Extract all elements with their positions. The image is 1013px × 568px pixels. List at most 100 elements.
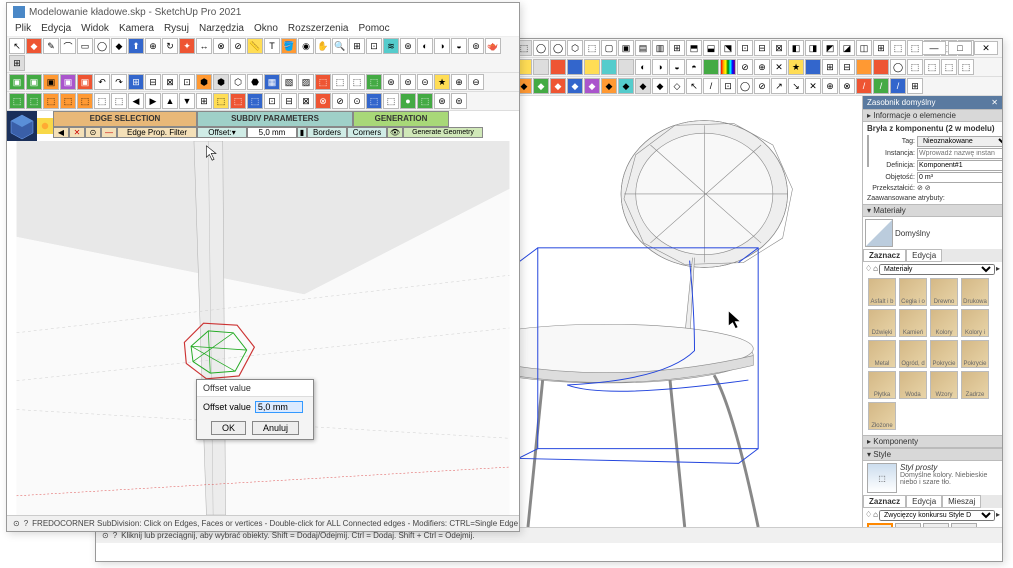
pencil-icon[interactable]: ✎ <box>43 38 59 54</box>
tool-icon[interactable]: ⊟ <box>281 93 297 109</box>
tool-icon[interactable]: ▤ <box>635 40 651 56</box>
menu-item[interactable]: Narzędzia <box>199 23 244 34</box>
tab-select[interactable]: Zaznacz <box>863 249 906 262</box>
tool-icon[interactable]: ⊛ <box>400 38 416 54</box>
tool-icon[interactable]: ⬚ <box>315 74 331 90</box>
tool-icon[interactable]: ⬚ <box>26 93 42 109</box>
tool-icon[interactable]: ↘ <box>788 78 804 94</box>
tool-icon[interactable]: ◪ <box>839 40 855 56</box>
menu-item[interactable]: Rysuj <box>164 23 189 34</box>
tool-icon[interactable]: ⬢ <box>213 74 229 90</box>
corners-btn[interactable]: Corners <box>347 127 387 138</box>
definition-input[interactable] <box>917 160 1002 171</box>
tool-icon[interactable]: ✋ <box>315 38 331 54</box>
tool-icon[interactable]: ⊚ <box>468 38 484 54</box>
tool-icon[interactable]: ▢ <box>601 40 617 56</box>
swatch[interactable]: Woda <box>899 371 927 399</box>
menu-item[interactable]: Pomoc <box>359 23 390 34</box>
tool-icon[interactable]: ● <box>400 93 416 109</box>
menu-item[interactable]: Kamera <box>119 23 154 34</box>
current-material-swatch[interactable] <box>865 219 893 247</box>
back-icon[interactable]: ◀ <box>53 127 69 138</box>
tool-icon[interactable]: ⬚ <box>111 93 127 109</box>
toggle-icon[interactable]: ⊘ ⊘ <box>917 184 931 192</box>
tool-icon[interactable]: ◑ <box>434 38 450 54</box>
tool-icon[interactable]: ▣ <box>618 40 634 56</box>
titlebar-1[interactable]: Modelowanie kładowe.skp - SketchUp Pro 2… <box>7 3 519 21</box>
tool-icon[interactable]: ↷ <box>111 74 127 90</box>
tool-icon[interactable]: ⬚ <box>247 93 263 109</box>
tool-icon[interactable]: ◧ <box>788 40 804 56</box>
swatch[interactable]: Asfalt i b <box>868 278 896 306</box>
tool-icon[interactable]: ⊟ <box>839 59 855 75</box>
tool-icon[interactable]: ⊡ <box>264 93 280 109</box>
tool-icon[interactable]: ▣ <box>77 74 93 90</box>
tool-icon[interactable] <box>584 59 600 75</box>
tool-icon[interactable] <box>856 59 872 75</box>
tool-icon[interactable]: ⬒ <box>686 40 702 56</box>
tool-icon[interactable]: ✕ <box>771 59 787 75</box>
tool-icon[interactable]: ↻ <box>162 38 178 54</box>
tool-icon[interactable]: ⊠ <box>771 40 787 56</box>
tool-icon[interactable]: ⊛ <box>383 74 399 90</box>
tool-icon[interactable]: ⊖ <box>468 74 484 90</box>
tool-icon[interactable]: ◫ <box>856 40 872 56</box>
tool-icon[interactable]: ⊛ <box>434 93 450 109</box>
tool-icon[interactable]: ⊗ <box>839 78 855 94</box>
tool-icon[interactable]: ⊜ <box>400 74 416 90</box>
tool-icon[interactable]: ▲ <box>162 93 178 109</box>
tray-title[interactable]: Zasobnik domyślny✕ <box>863 96 1002 109</box>
tab-select2[interactable]: Zaznacz <box>863 495 906 508</box>
tool-icon[interactable]: ⊘ <box>332 93 348 109</box>
close-button[interactable]: ✕ <box>974 41 998 55</box>
plugin-cube-icon[interactable] <box>7 111 37 141</box>
cancel-icon[interactable]: ✕ <box>69 127 85 138</box>
tool-icon[interactable]: ⬚ <box>43 93 59 109</box>
tool-icon[interactable]: ◆ <box>26 38 42 54</box>
tool-icon[interactable]: ★ <box>788 59 804 75</box>
tool-icon[interactable]: ↶ <box>94 74 110 90</box>
tool-icon[interactable]: ⬣ <box>247 74 263 90</box>
tool-icon[interactable]: ⊟ <box>145 74 161 90</box>
generate-btn[interactable]: Generate Geometry <box>403 127 483 138</box>
tool-icon[interactable]: ⬚ <box>213 93 229 109</box>
tool-icon[interactable]: / <box>856 78 872 94</box>
tool-icon[interactable]: ◓ <box>686 59 702 75</box>
tool-icon[interactable]: ⬚ <box>417 93 433 109</box>
tool-icon[interactable]: ◆ <box>618 78 634 94</box>
tool-icon[interactable]: ★ <box>434 74 450 90</box>
tool-icon[interactable]: ⬚ <box>907 59 923 75</box>
tool-icon[interactable]: ⬚ <box>230 93 246 109</box>
minimize-button[interactable]: — <box>922 41 946 55</box>
maximize-button[interactable]: □ <box>948 41 972 55</box>
tool-icon[interactable]: ⊘ <box>754 78 770 94</box>
tool-icon[interactable]: ⊞ <box>349 38 365 54</box>
tool-icon[interactable]: ✦ <box>179 38 195 54</box>
tool-icon[interactable]: ⬚ <box>9 93 25 109</box>
tool-icon[interactable]: ◒ <box>451 38 467 54</box>
offset-input[interactable] <box>255 401 303 413</box>
tool-icon[interactable]: / <box>873 78 889 94</box>
tool-icon[interactable]: ⬔ <box>720 40 736 56</box>
tool-icon[interactable]: ◒ <box>669 59 685 75</box>
tool-icon[interactable]: ◯ <box>737 78 753 94</box>
tool-icon[interactable]: ⊡ <box>179 74 195 90</box>
tool-icon[interactable]: ◆ <box>652 78 668 94</box>
tool-icon[interactable]: ⬚ <box>366 93 382 109</box>
swatch[interactable]: Złożone <box>868 402 896 430</box>
target-icon[interactable]: ⊙ <box>85 127 101 138</box>
tool-icon[interactable]: ◑ <box>652 59 668 75</box>
tool-icon[interactable]: ▭ <box>77 38 93 54</box>
tool-icon[interactable] <box>873 59 889 75</box>
tool-icon[interactable]: ⊕ <box>754 59 770 75</box>
swatch[interactable]: Cegła i o <box>899 278 927 306</box>
tool-icon[interactable]: ⊡ <box>720 78 736 94</box>
swatch[interactable]: Metal <box>868 340 896 368</box>
tool-icon[interactable]: ⬚ <box>366 74 382 90</box>
tool-icon[interactable]: ⊞ <box>907 78 923 94</box>
tool-icon[interactable]: ⌒ <box>60 38 76 54</box>
tool-icon[interactable]: ⬚ <box>332 74 348 90</box>
tool-icon[interactable]: ▧ <box>281 74 297 90</box>
tool-icon[interactable]: ◨ <box>805 40 821 56</box>
tool-icon[interactable]: ↖ <box>686 78 702 94</box>
